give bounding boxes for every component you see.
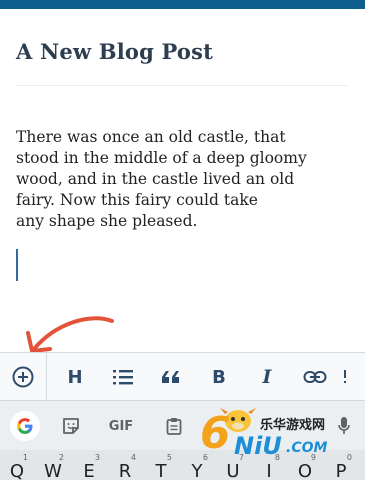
bold-icon: B	[212, 366, 226, 388]
top-accent-bar	[0, 0, 365, 9]
sticker-button[interactable]	[58, 401, 84, 451]
list-icon	[113, 370, 133, 385]
post-title[interactable]: A New Blog Post	[16, 39, 213, 64]
google-icon	[10, 411, 40, 441]
heading-button[interactable]: H	[47, 353, 103, 401]
quote-icon	[162, 371, 179, 383]
key[interactable]: 5T	[146, 450, 176, 482]
bold-button[interactable]: B	[199, 353, 239, 401]
key[interactable]: 2W	[38, 450, 68, 482]
link-button[interactable]	[295, 353, 335, 401]
link-icon	[303, 371, 327, 383]
text-cursor	[16, 249, 18, 281]
logo-niu: NiU	[234, 432, 282, 460]
italic-button[interactable]: I	[239, 353, 295, 401]
post-body[interactable]: There was once an old castle, that stood…	[16, 127, 351, 232]
logo-six: 6	[200, 408, 231, 459]
format-toolbar: H B I	[0, 352, 365, 401]
sticker-icon	[63, 418, 79, 434]
italic-icon: I	[262, 366, 272, 388]
watermark-site-name: 乐华游戏网	[260, 418, 326, 433]
clipboard-icon	[166, 418, 182, 435]
add-block-button[interactable]	[0, 353, 46, 401]
editor-area[interactable]: A New Blog Post There was once an old ca…	[0, 9, 365, 353]
plus-circle-icon	[12, 366, 34, 388]
heading-icon: H	[67, 366, 83, 388]
clipboard-button[interactable]	[160, 401, 188, 451]
gif-label: GIF	[108, 418, 134, 434]
key[interactable]: 4R	[110, 450, 140, 482]
key[interactable]: 1Q	[2, 450, 32, 482]
site-watermark: 6 乐华游戏网 NiU .COM	[198, 404, 353, 464]
quote-button[interactable]	[143, 353, 199, 401]
gif-button[interactable]: GIF	[104, 401, 138, 451]
title-divider	[16, 85, 347, 86]
key[interactable]: 3E	[74, 450, 104, 482]
google-button[interactable]	[8, 401, 42, 451]
list-button[interactable]	[103, 353, 143, 401]
more-overflow-button[interactable]	[335, 353, 355, 401]
more-icon	[344, 370, 346, 383]
logo-com: .COM	[286, 440, 328, 456]
